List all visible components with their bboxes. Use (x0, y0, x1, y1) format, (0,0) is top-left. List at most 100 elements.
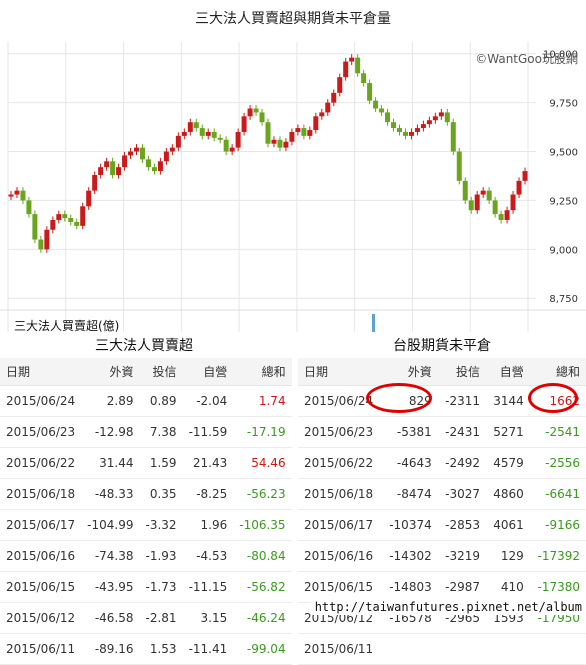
column-header: 自營 (182, 358, 234, 386)
candle-body (223, 139, 229, 152)
date-cell: 2015/06/22 (298, 447, 382, 479)
table-row: 2015/06/22 -4643 -2492 4579 -2556 (298, 447, 586, 479)
date-cell: 2015/06/11 (298, 633, 382, 665)
candle-body (355, 57, 361, 74)
value-cell: -11.15 (182, 571, 234, 603)
table-row: 2015/06/17 -10374 -2853 4061 -9166 (298, 509, 586, 541)
column-header: 自營 (486, 358, 530, 386)
value-cell (437, 633, 486, 665)
column-header: 總和 (529, 358, 586, 386)
date-cell: 2015/06/23 (0, 416, 82, 448)
value-cell: 2.89 (81, 385, 140, 417)
value-cell: -74.38 (81, 540, 140, 572)
candle-body (289, 131, 295, 142)
candle-body (325, 102, 331, 113)
column-header: 投信 (437, 358, 486, 386)
candle-body (128, 151, 134, 156)
value-cell: -8.25 (182, 478, 234, 510)
total-cell: -106.35 (233, 509, 292, 541)
total-cell: -56.82 (233, 571, 292, 603)
table-row: 2015/06/24 2.89 0.89 -2.04 1.74 (0, 385, 292, 417)
candle-body (92, 175, 98, 191)
table-row: 2015/06/18 -8474 -3027 4860 -6641 (298, 478, 586, 510)
candle-body (14, 190, 20, 195)
candle-body (426, 120, 432, 125)
candle-body (414, 128, 420, 132)
date-cell: 2015/06/18 (0, 478, 82, 510)
value-cell: -2.04 (182, 385, 234, 417)
futures-oi-table-title: 台股期貨未平倉 (393, 338, 491, 354)
chart-svg: 10,0009,7509,5009,2509,0008,750 (0, 38, 586, 334)
chart-background (0, 38, 586, 334)
table-header-row: 日期 外資 投信 自營 總和 (0, 358, 292, 386)
candle-body (56, 214, 62, 220)
value-cell: 4860 (486, 478, 530, 510)
value-cell: 4579 (486, 447, 530, 479)
y-tick-label: 9,000 (549, 245, 578, 256)
table-header-row: 日期 外資 投信 自營 總和 (298, 358, 586, 386)
value-cell: -3.32 (139, 509, 183, 541)
candle-body (80, 206, 86, 226)
value-cell: -8474 (381, 478, 438, 510)
column-header: 總和 (233, 358, 292, 386)
institutional-subchart-label: 三大法人買賣超(億) (14, 319, 120, 333)
total-cell: -2556 (529, 447, 586, 479)
total-cell: -9166 (529, 509, 586, 541)
candle-body (205, 131, 211, 136)
table-row: 2015/06/23 -12.98 7.38 -11.59 -17.19 (0, 416, 292, 448)
value-cell: -5381 (381, 416, 438, 448)
value-cell (381, 633, 438, 665)
candle-body (349, 57, 355, 62)
candle-body (253, 108, 259, 113)
candle-body (44, 229, 50, 250)
candle-body (438, 112, 444, 117)
total-cell: -17380 (529, 571, 586, 603)
candle-body (486, 190, 492, 201)
watermark: ©WantGoo玩股網 (475, 52, 578, 66)
candle-body (283, 141, 289, 148)
value-cell: -4643 (381, 447, 438, 479)
candle-body (516, 180, 522, 195)
candle-body (20, 190, 26, 201)
value-cell: 410 (486, 571, 530, 603)
table-row: 2015/06/15 -43.95 -1.73 -11.15 -56.82 (0, 571, 292, 603)
candle-body (151, 167, 157, 172)
highlight-circle-foreign (366, 383, 432, 413)
value-cell: -104.99 (81, 509, 140, 541)
subchart-marker (372, 314, 375, 332)
candle-body (271, 139, 277, 144)
candle-body (157, 161, 163, 172)
total-cell: -99.04 (233, 633, 292, 665)
candle-body (522, 171, 528, 181)
total-cell: -80.84 (233, 540, 292, 572)
value-cell: -46.58 (81, 602, 140, 634)
column-header: 投信 (139, 358, 183, 386)
candle-body (211, 131, 217, 138)
candle-body (361, 73, 367, 84)
value-cell: 1.59 (139, 447, 183, 479)
value-cell: 7.38 (139, 416, 183, 448)
candle-body (510, 194, 516, 211)
table-row: 2015/06/16 -74.38 -1.93 -4.53 -80.84 (0, 540, 292, 572)
date-cell: 2015/06/18 (298, 478, 382, 510)
value-cell: 1.96 (182, 509, 234, 541)
candle-body (163, 151, 169, 162)
candle-body (62, 214, 68, 219)
value-cell: -4.53 (182, 540, 234, 572)
candle-body (385, 112, 391, 123)
candle-body (50, 219, 56, 230)
chart-title: 三大法人買賣超與期貨未平倉量 (195, 11, 391, 27)
value-cell: 3.15 (182, 602, 234, 634)
date-cell: 2015/06/24 (0, 385, 82, 417)
candle-body (396, 128, 402, 132)
candle-body (241, 116, 247, 132)
value-cell: 5271 (486, 416, 530, 448)
total-cell: -2541 (529, 416, 586, 448)
candle-body (175, 135, 181, 148)
candle-body (402, 131, 408, 136)
candle-body (277, 139, 283, 148)
total-cell: 1.74 (233, 385, 292, 417)
candle-body (74, 221, 80, 226)
candle-body (391, 122, 397, 129)
candle-body (98, 167, 104, 175)
